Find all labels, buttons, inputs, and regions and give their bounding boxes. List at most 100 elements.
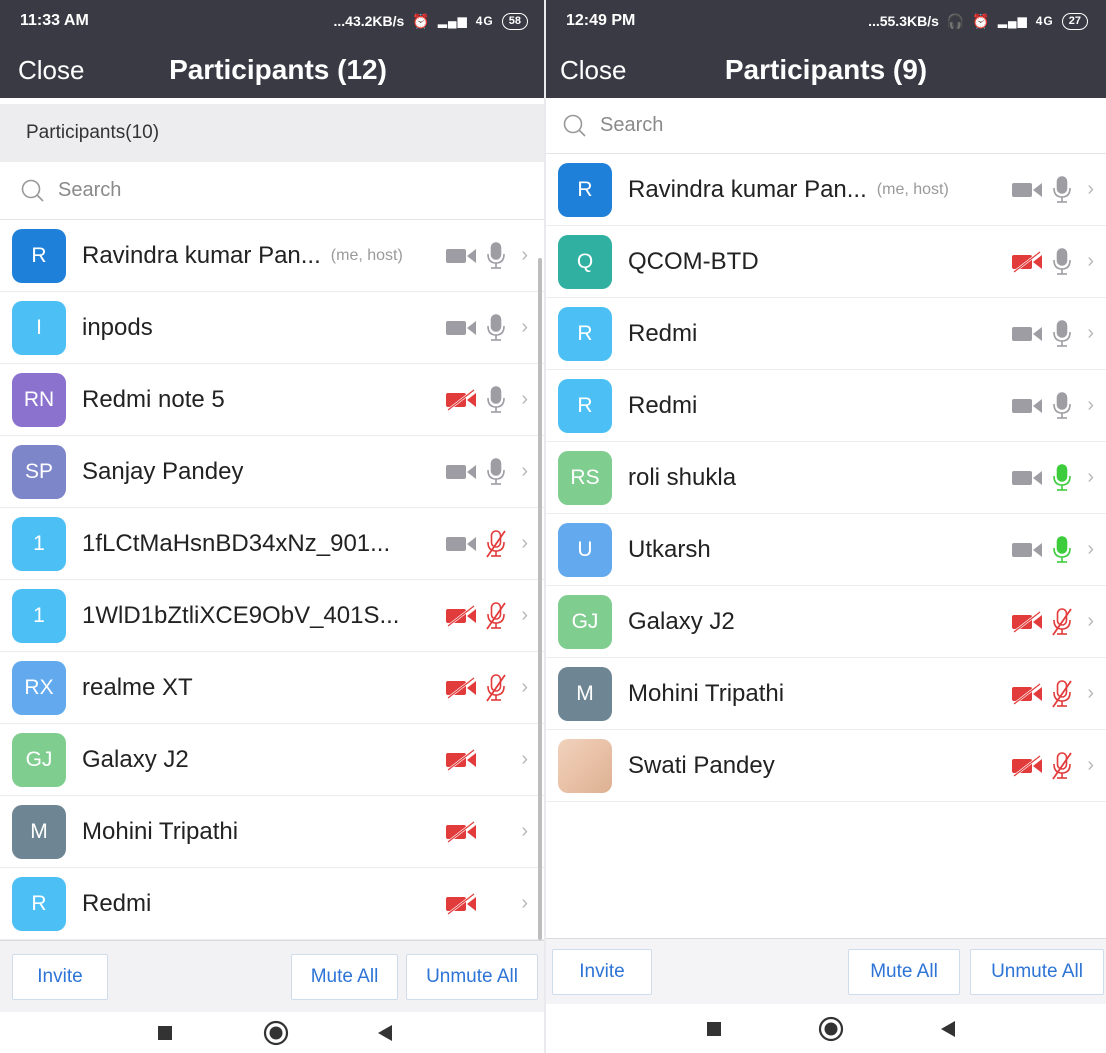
search-bar[interactable] bbox=[0, 162, 546, 220]
network-speed: ...43.2KB/s bbox=[333, 13, 405, 29]
participant-status-icons: › bbox=[1011, 535, 1094, 565]
chevron-right-icon[interactable]: › bbox=[521, 388, 528, 411]
mic-icon bbox=[485, 457, 507, 487]
home-icon[interactable] bbox=[263, 1020, 289, 1046]
participant-name: Redmi bbox=[628, 319, 698, 347]
mute-all-button[interactable]: Mute All bbox=[291, 953, 398, 1000]
avatar: RS bbox=[558, 450, 612, 505]
participant-row[interactable]: RX realme XT › bbox=[0, 652, 546, 724]
system-nav-bar bbox=[0, 1012, 546, 1053]
search-input[interactable] bbox=[58, 179, 358, 202]
avatar: R bbox=[558, 306, 612, 361]
chevron-right-icon[interactable]: › bbox=[1087, 394, 1094, 417]
unmute-all-button[interactable]: Unmute All bbox=[406, 953, 538, 1000]
chevron-right-icon[interactable]: › bbox=[521, 532, 528, 555]
participant-row[interactable]: Q QCOM-BTD › bbox=[546, 226, 1106, 298]
participant-name: Mohini Tripathi bbox=[628, 679, 785, 707]
chevron-right-icon[interactable]: › bbox=[1087, 466, 1094, 489]
close-button[interactable]: Close bbox=[18, 55, 84, 86]
status-time: 11:33 AM bbox=[20, 12, 89, 29]
participant-row[interactable]: 1 1fLCtMaHsnBD34xNz_901... › bbox=[0, 508, 546, 580]
chevron-right-icon[interactable]: › bbox=[521, 604, 528, 627]
participant-name: Swati Pandey bbox=[628, 751, 775, 779]
participant-name: Redmi bbox=[82, 889, 152, 917]
video-off-icon bbox=[445, 676, 479, 699]
search-icon bbox=[21, 179, 44, 202]
chevron-right-icon[interactable]: › bbox=[521, 676, 528, 699]
participant-row[interactable]: RS roli shukla › bbox=[546, 442, 1106, 514]
avatar: R bbox=[12, 876, 66, 931]
participant-row[interactable]: GJ Galaxy J2 › bbox=[546, 586, 1106, 658]
mic-muted-icon bbox=[1051, 607, 1073, 637]
alarm-icon: ⏰ bbox=[972, 12, 990, 29]
video-icon bbox=[1011, 395, 1045, 417]
battery-icon: 27 bbox=[1061, 12, 1088, 30]
participant-status-icons: › bbox=[445, 241, 528, 271]
mic-icon bbox=[1051, 247, 1073, 277]
search-bar[interactable] bbox=[546, 98, 1106, 154]
no-audio-placeholder bbox=[485, 818, 507, 846]
video-off-icon bbox=[1011, 682, 1045, 705]
participant-row[interactable]: R Redmi › bbox=[0, 868, 546, 940]
participant-row[interactable]: M Mohini Tripathi › bbox=[546, 658, 1106, 730]
chevron-right-icon[interactable]: › bbox=[521, 244, 528, 267]
participant-status-icons: › bbox=[1011, 751, 1094, 781]
mic-icon bbox=[1051, 319, 1073, 349]
home-icon[interactable] bbox=[818, 1016, 844, 1042]
participant-row[interactable]: GJ Galaxy J2 › bbox=[0, 724, 546, 796]
close-button[interactable]: Close bbox=[560, 55, 626, 86]
title-bar: Close Participants (9) bbox=[546, 42, 1106, 98]
mic-muted-icon bbox=[485, 529, 507, 559]
unmute-all-button[interactable]: Unmute All bbox=[970, 948, 1104, 995]
participant-row[interactable]: R Redmi › bbox=[546, 370, 1106, 442]
back-icon[interactable] bbox=[940, 1020, 956, 1038]
participant-row[interactable]: SP Sanjay Pandey › bbox=[0, 436, 546, 508]
system-nav-bar bbox=[546, 1004, 1106, 1053]
video-icon bbox=[445, 317, 479, 339]
participant-status-icons: › bbox=[445, 601, 528, 631]
participant-name: inpods bbox=[82, 313, 153, 341]
search-input[interactable] bbox=[600, 114, 900, 137]
participant-row[interactable]: Iinpods › bbox=[0, 292, 546, 364]
chevron-right-icon[interactable]: › bbox=[521, 460, 528, 483]
recent-apps-icon[interactable] bbox=[157, 1025, 173, 1041]
participant-row[interactable]: R Ravindra kumar Pan... (me, host) › bbox=[0, 220, 546, 292]
recent-apps-icon[interactable] bbox=[706, 1021, 722, 1037]
participant-name: Redmi bbox=[628, 391, 698, 419]
search-icon bbox=[563, 114, 586, 137]
participant-row[interactable]: R Ravindra kumar Pan... (me, host) › bbox=[546, 154, 1106, 226]
avatar: 1 bbox=[12, 516, 66, 571]
mute-all-button[interactable]: Mute All bbox=[848, 948, 960, 995]
chevron-right-icon[interactable]: › bbox=[521, 820, 528, 843]
chevron-right-icon[interactable]: › bbox=[1087, 682, 1094, 705]
invite-button[interactable]: Invite bbox=[12, 953, 108, 1000]
mic-muted-icon bbox=[1051, 751, 1073, 781]
chevron-right-icon[interactable]: › bbox=[1087, 610, 1094, 633]
chevron-right-icon[interactable]: › bbox=[1087, 250, 1094, 273]
status-indicators: ...55.3KB/s 🎧 ⏰ ▂▄▆ 4G 27 bbox=[868, 12, 1088, 30]
participant-status-icons: › bbox=[445, 313, 528, 343]
scrollbar[interactable] bbox=[538, 258, 542, 940]
participant-row[interactable]: R Redmi › bbox=[546, 298, 1106, 370]
participant-row[interactable]: M Mohini Tripathi › bbox=[0, 796, 546, 868]
chevron-right-icon[interactable]: › bbox=[1087, 754, 1094, 777]
participant-row[interactable]: Swati Pandey › bbox=[546, 730, 1106, 802]
chevron-right-icon[interactable]: › bbox=[1087, 538, 1094, 561]
invite-button[interactable]: Invite bbox=[552, 948, 652, 995]
avatar: R bbox=[558, 162, 612, 217]
participant-row[interactable]: RN Redmi note 5 › bbox=[0, 364, 546, 436]
chevron-right-icon[interactable]: › bbox=[521, 748, 528, 771]
chevron-right-icon[interactable]: › bbox=[521, 892, 528, 915]
chevron-right-icon[interactable]: › bbox=[521, 316, 528, 339]
participant-name: Ravindra kumar Pan... bbox=[628, 175, 867, 203]
title-bar: Close Participants (12) bbox=[0, 42, 546, 98]
participant-status-icons: › bbox=[445, 746, 528, 774]
back-icon[interactable] bbox=[377, 1024, 393, 1042]
participant-row[interactable]: U Utkarsh › bbox=[546, 514, 1106, 586]
mic-icon bbox=[485, 385, 507, 415]
participant-list: R Ravindra kumar Pan... (me, host) › Q QCOM-B… bbox=[546, 154, 1106, 802]
chevron-right-icon[interactable]: › bbox=[1087, 322, 1094, 345]
chevron-right-icon[interactable]: › bbox=[1087, 178, 1094, 201]
mic-icon bbox=[485, 241, 507, 271]
participant-row[interactable]: 1 1WlD1bZtliXCE9ObV_401S... › bbox=[0, 580, 546, 652]
